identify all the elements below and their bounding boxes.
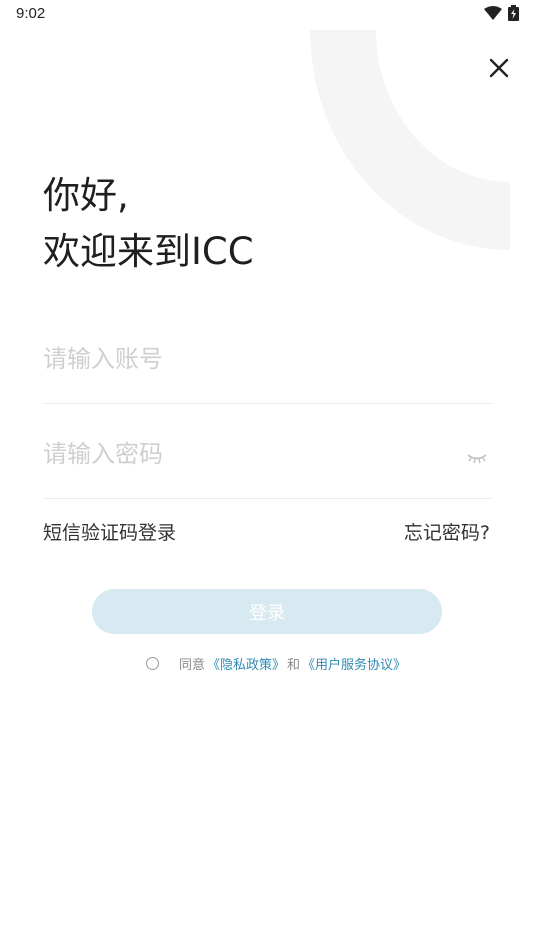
- greeting: 你好, 欢迎来到ICC: [43, 168, 254, 280]
- greeting-line-2: 欢迎来到ICC: [43, 230, 254, 273]
- forgot-password-link[interactable]: 忘记密码?: [404, 518, 490, 545]
- password-field: [43, 440, 492, 499]
- privacy-policy-link[interactable]: 《隐私政策》: [207, 654, 285, 673]
- eye-closed-icon[interactable]: [466, 450, 488, 466]
- status-time: 9:02: [16, 5, 46, 22]
- account-field: [43, 345, 492, 404]
- account-input[interactable]: [43, 345, 443, 373]
- close-button[interactable]: [484, 53, 514, 83]
- status-bar: 9:02: [0, 0, 534, 28]
- login-button[interactable]: 登录: [92, 589, 442, 634]
- agreement-checkbox[interactable]: [146, 656, 159, 670]
- greeting-line-1: 你好,: [43, 174, 129, 217]
- sms-login-link[interactable]: 短信验证码登录: [43, 518, 176, 545]
- decorative-arc: [310, 30, 510, 250]
- agreement-text: 同意: [179, 657, 206, 673]
- password-input[interactable]: [43, 440, 443, 468]
- battery-charging-icon: [508, 5, 519, 21]
- agreement-and-text: 和: [287, 657, 301, 673]
- wifi-icon: [484, 6, 502, 20]
- agreement-row: 同意 《隐私政策》 和 《用户服务协议》: [146, 653, 406, 673]
- user-agreement-link[interactable]: 《用户服务协议》: [302, 654, 406, 673]
